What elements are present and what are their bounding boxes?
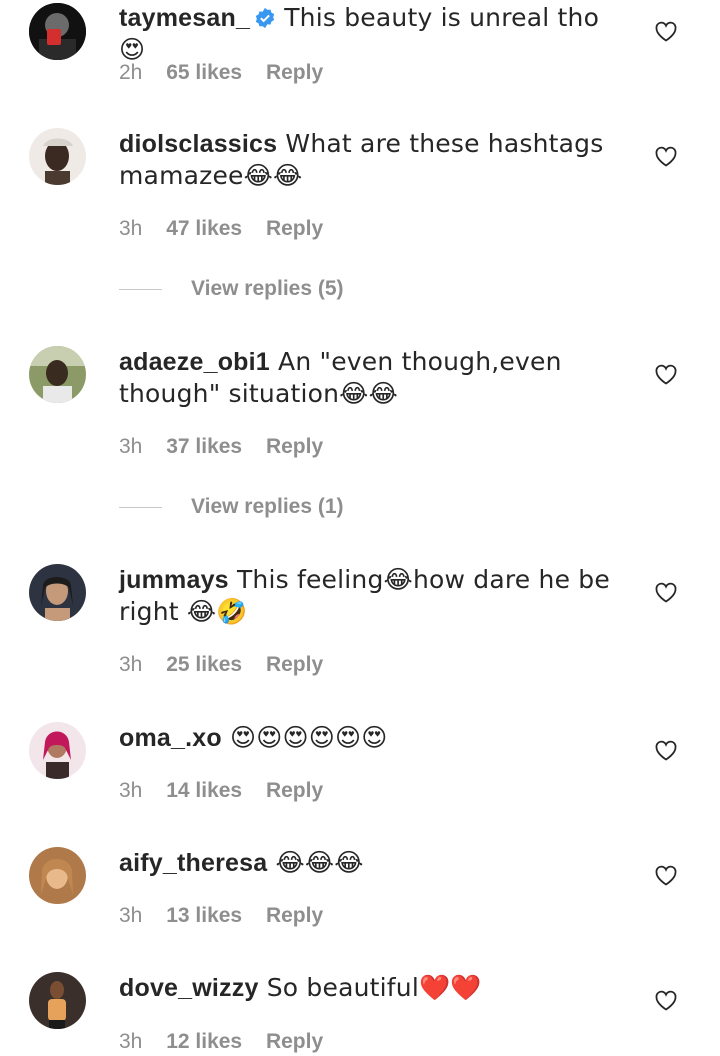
verified-badge-icon [255, 7, 275, 29]
username[interactable]: dove_wizzy [119, 974, 259, 1002]
reply-button[interactable]: Reply [266, 435, 323, 458]
comment-time: 3h [119, 904, 143, 927]
avatar[interactable] [29, 847, 86, 904]
likes-count[interactable]: 12 likes [166, 1030, 242, 1053]
comment-text: dove_wizzy So beautiful❤️❤️ [119, 972, 629, 1004]
username[interactable]: jummays [119, 566, 229, 594]
comment-text: taymesan_ This beauty is unreal tho 😍 [119, 2, 629, 66]
comment-meta: 3h 12 likes Reply [119, 1028, 341, 1056]
view-replies-button[interactable]: View replies (5) [119, 275, 344, 303]
username[interactable]: adaeze_obi1 [119, 348, 270, 376]
comment-time: 2h [119, 61, 143, 84]
avatar[interactable] [29, 128, 86, 185]
comment-text: diolsclassics What are these hashtags ma… [119, 128, 629, 192]
like-heart-icon[interactable] [654, 864, 678, 886]
view-replies-button[interactable]: View replies (1) [119, 493, 344, 521]
comment-body: 😍😍😍😍😍😍 [221, 723, 388, 752]
reply-button[interactable]: Reply [266, 61, 323, 84]
comment-meta: 3h 14 likes Reply [119, 777, 341, 805]
like-heart-icon[interactable] [654, 20, 678, 42]
divider-line [119, 288, 162, 290]
avatar[interactable] [29, 722, 86, 779]
username[interactable]: aify_theresa [119, 849, 267, 877]
divider-line [119, 506, 162, 508]
comment-text: oma_.xo 😍😍😍😍😍😍 [119, 722, 629, 754]
reply-button[interactable]: Reply [266, 653, 323, 676]
avatar[interactable] [29, 3, 86, 60]
comment-meta: 3h 47 likes Reply [119, 215, 341, 243]
likes-count[interactable]: 14 likes [166, 779, 242, 802]
comment-meta: 3h 25 likes Reply [119, 651, 341, 679]
comment-body: 😂😂😂 [267, 848, 364, 877]
reply-button[interactable]: Reply [266, 904, 323, 927]
likes-count[interactable]: 13 likes [166, 904, 242, 927]
avatar[interactable] [29, 346, 86, 403]
comment-meta: 3h 13 likes Reply [119, 902, 341, 930]
like-heart-icon[interactable] [654, 363, 678, 385]
likes-count[interactable]: 65 likes [166, 61, 242, 84]
comment-text: jummays This feeling😂how dare he be righ… [119, 564, 629, 628]
comment-body: So beautiful❤️❤️ [258, 973, 482, 1002]
likes-count[interactable]: 37 likes [166, 435, 242, 458]
like-heart-icon[interactable] [654, 739, 678, 761]
avatar[interactable] [29, 972, 86, 1029]
username[interactable]: diolsclassics [119, 130, 277, 158]
likes-count[interactable]: 25 likes [166, 653, 242, 676]
like-heart-icon[interactable] [654, 581, 678, 603]
view-replies-label: View replies (1) [191, 495, 344, 518]
comment-meta: 3h 37 likes Reply [119, 433, 341, 461]
avatar[interactable] [29, 564, 86, 621]
like-heart-icon[interactable] [654, 145, 678, 167]
reply-button[interactable]: Reply [266, 217, 323, 240]
comment-time: 3h [119, 435, 143, 458]
view-replies-label: View replies (5) [191, 277, 344, 300]
username[interactable]: oma_.xo [119, 724, 222, 752]
comment-time: 3h [119, 779, 143, 802]
reply-button[interactable]: Reply [266, 1030, 323, 1053]
comment-time: 3h [119, 1030, 143, 1053]
comment-meta: 2h 65 likes Reply [119, 59, 341, 87]
username[interactable]: taymesan_ [119, 4, 250, 32]
likes-count[interactable]: 47 likes [166, 217, 242, 240]
comment-text: adaeze_obi1 An "even though,even though"… [119, 346, 629, 410]
like-heart-icon[interactable] [654, 989, 678, 1011]
comment-time: 3h [119, 653, 143, 676]
comment-text: aify_theresa 😂😂😂 [119, 847, 629, 879]
reply-button[interactable]: Reply [266, 779, 323, 802]
comment-time: 3h [119, 217, 143, 240]
